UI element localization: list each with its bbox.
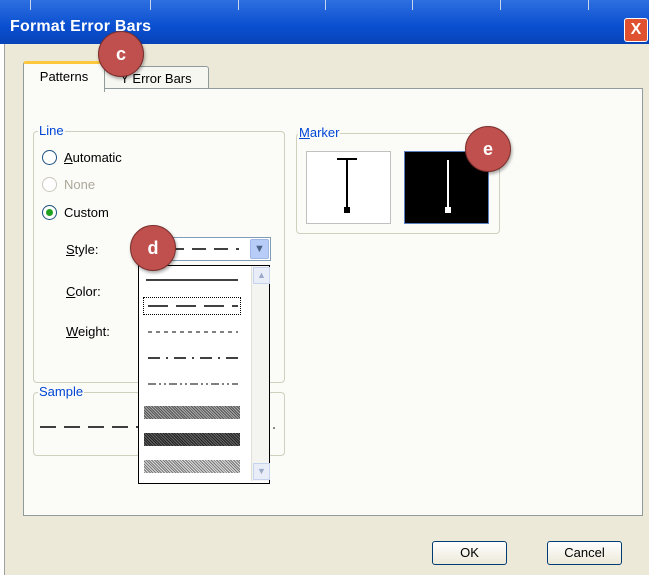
- sheet-gridline: [588, 0, 589, 10]
- style-option-solid-line: [146, 279, 238, 281]
- sheet-gridline: [412, 0, 413, 10]
- callout-c: c: [98, 31, 144, 77]
- style-option-dash-dot[interactable]: [144, 350, 240, 366]
- sheet-gridline: [500, 0, 501, 10]
- color-label-mnemonic: C: [66, 284, 76, 299]
- sheet-edge: [0, 44, 5, 575]
- style-option-light-pattern[interactable]: [144, 460, 240, 473]
- weight-label: Weight:: [66, 324, 110, 339]
- close-button[interactable]: X: [624, 18, 648, 42]
- style-dropdown-button[interactable]: ▼: [250, 239, 269, 259]
- sample-group-label: Sample: [38, 384, 85, 399]
- marker-label-mnemonic: M: [299, 125, 310, 140]
- style-label-mnemonic: S: [66, 242, 75, 257]
- marker-option-light[interactable]: [306, 151, 391, 224]
- radio-selected-dot: [46, 209, 53, 216]
- sheet-gridline: [30, 0, 31, 10]
- tab-patterns[interactable]: Patterns: [23, 61, 105, 92]
- marker-label-rest: arker: [309, 125, 340, 140]
- marker-group-label: Marker: [298, 125, 341, 140]
- style-option-dash-dot-line: [148, 357, 238, 359]
- weight-label-mnemonic: W: [66, 324, 79, 339]
- style-option-dashed-line: [148, 331, 238, 333]
- callout-d: d: [130, 225, 176, 271]
- automatic-label-mnemonic: A: [64, 150, 73, 165]
- radio-automatic[interactable]: [42, 150, 57, 165]
- color-label: Color:: [66, 284, 101, 299]
- radio-custom-label: Custom: [64, 205, 109, 220]
- radio-custom[interactable]: [42, 205, 57, 220]
- style-option-dash-dot-dot-line: [148, 383, 238, 385]
- style-option-dark-pattern[interactable]: [144, 433, 240, 446]
- sample-dot: [273, 427, 275, 429]
- style-option-dashed[interactable]: [144, 324, 240, 340]
- radio-none-label: None: [64, 177, 96, 192]
- cancel-button[interactable]: Cancel: [547, 541, 622, 565]
- style-option-long-dash-line: [148, 305, 238, 307]
- scroll-up-icon[interactable]: ▲: [253, 267, 270, 284]
- style-option-fine-pattern[interactable]: [144, 406, 240, 419]
- sheet-gridline: [150, 0, 151, 10]
- style-label: Style:: [66, 242, 99, 257]
- style-dropdown-list[interactable]: ▲ ▼: [138, 265, 270, 484]
- style-option-long-dash[interactable]: [143, 297, 241, 315]
- title-bar: Format Error Bars X: [0, 0, 649, 44]
- automatic-label-rest: utomatic: [72, 150, 122, 165]
- dropdown-scrollbar[interactable]: ▲ ▼: [251, 266, 270, 481]
- style-option-dash-dot-dot[interactable]: [144, 376, 240, 392]
- style-option-solid[interactable]: [144, 272, 240, 288]
- color-label-rest: olor:: [75, 284, 101, 299]
- style-label-rest: tyle:: [74, 242, 99, 257]
- weight-label-rest: eight:: [78, 324, 110, 339]
- sheet-gridline: [238, 0, 239, 10]
- ok-button[interactable]: OK: [432, 541, 507, 565]
- sheet-gridline: [325, 0, 326, 10]
- radio-automatic-label: Automatic: [64, 150, 122, 165]
- radio-none: [42, 177, 57, 192]
- callout-e: e: [465, 126, 511, 172]
- line-group-label: Line: [38, 123, 65, 138]
- cap-marker-icon: [337, 158, 357, 213]
- scroll-down-icon[interactable]: ▼: [253, 463, 270, 480]
